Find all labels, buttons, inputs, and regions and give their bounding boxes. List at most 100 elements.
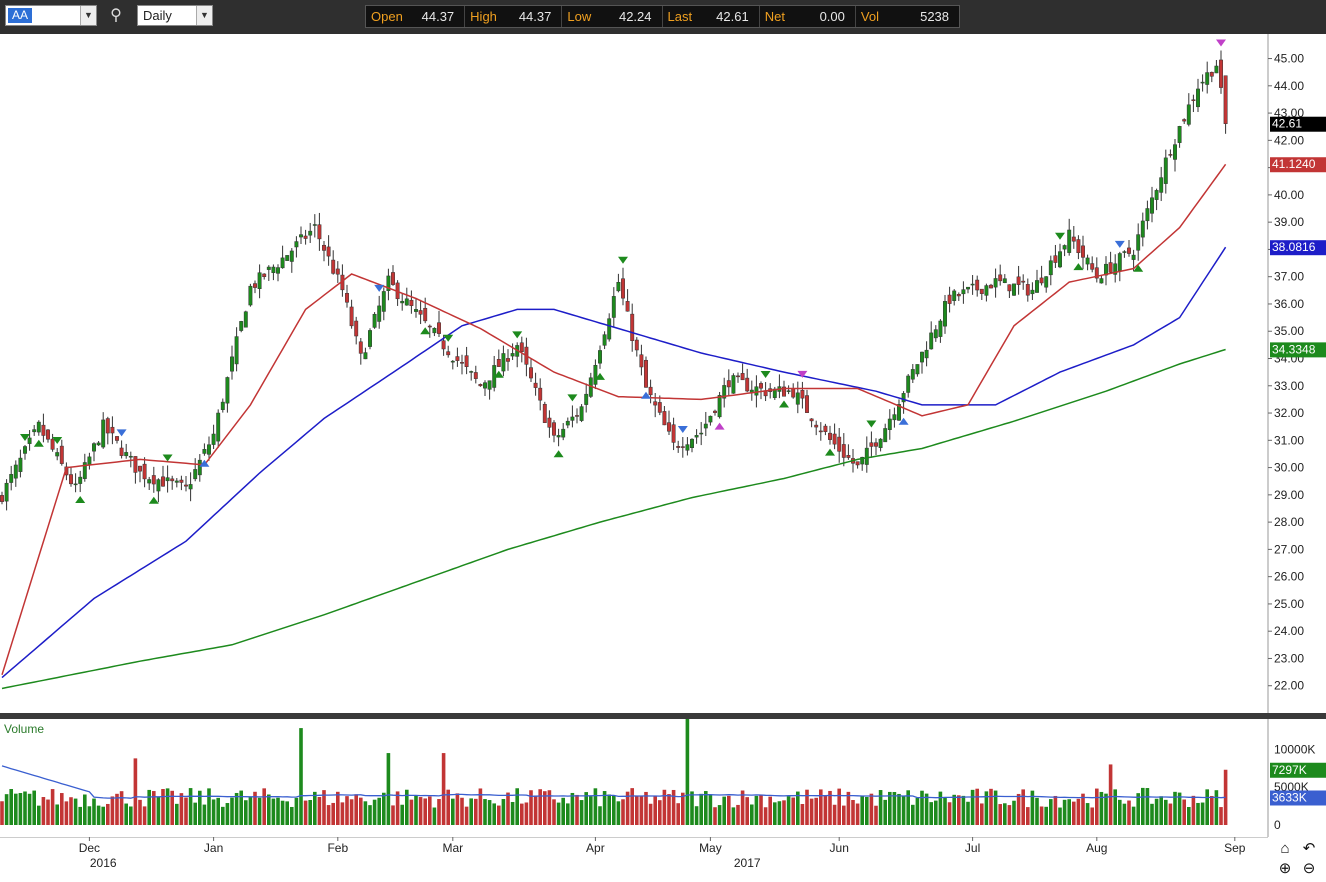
volume-bar [676, 803, 680, 825]
period-select[interactable]: Daily ▼ [137, 5, 213, 26]
candle-body [933, 329, 938, 339]
volume-bar [225, 803, 230, 825]
symbol-value: AA [8, 8, 33, 23]
period-value: Daily [143, 8, 172, 23]
price-chart[interactable]: 22.00 23.00 24.00 25.00 26.00 27.00 28.00 29.00… [0, 34, 1326, 713]
volume-bar [782, 800, 786, 825]
candle-body [892, 414, 897, 421]
volume-bar [188, 788, 193, 825]
volume-bar [667, 794, 671, 825]
candle-body [998, 274, 1003, 282]
ma20-line [1, 163, 1227, 676]
pivot-high-marker [618, 256, 628, 264]
volume-bar [414, 795, 418, 825]
volume-bar [791, 797, 795, 825]
quote-bar: Open 44.37 High 44.37 Low 42.24 Last 42.61 N… [365, 5, 960, 28]
volume-bar [579, 800, 584, 825]
volume-bar [336, 791, 340, 825]
volume-bar [561, 797, 565, 825]
candle-body [1182, 119, 1187, 122]
candle-body [989, 284, 993, 289]
volume-bar [947, 802, 952, 825]
volume-chart-svg[interactable]: 05000K10000K7297K3633K [0, 719, 1326, 837]
candle-body [690, 438, 694, 449]
volume-bar [1067, 799, 1071, 825]
volume-bar [533, 795, 538, 825]
search-icon[interactable]: ⚲ [106, 6, 126, 26]
volume-bar [382, 792, 386, 825]
candle-body [243, 311, 248, 328]
candle-body [1219, 59, 1223, 88]
candle-body [1108, 262, 1113, 273]
chevron-down-icon[interactable]: ▼ [196, 6, 212, 25]
volume-chart[interactable]: 0 5000K 10000K 7297K 3633K Volume [0, 719, 1326, 837]
candle-body [9, 474, 14, 483]
volume-bar [248, 796, 253, 825]
candle-body [625, 301, 630, 312]
volume-bar [1016, 793, 1021, 825]
candle-body [717, 395, 722, 418]
x-month-label: Apr [586, 841, 605, 855]
reset-icon[interactable]: ↶ [1300, 840, 1318, 858]
pivot-high-marker [567, 394, 578, 402]
volume-bar [874, 805, 878, 825]
volume-bar [1219, 807, 1223, 825]
symbol-input[interactable]: AA ▼ [5, 5, 97, 26]
volume-bar [731, 807, 736, 825]
candle-body [680, 446, 685, 448]
candle-body [78, 476, 83, 484]
volume-bar [1127, 800, 1131, 825]
volume-bar [538, 789, 542, 825]
volume-bar [152, 791, 156, 825]
candle-body [1035, 280, 1039, 293]
candle-body [1076, 239, 1081, 254]
volume-bar [211, 799, 216, 825]
volume-bar [851, 800, 855, 825]
volume-bar [575, 794, 579, 825]
volume-bar [653, 796, 657, 825]
candle-body [694, 435, 699, 438]
ma200-tag: 34.3348 [1272, 342, 1316, 356]
volume-bar [96, 805, 101, 825]
candle-body [874, 442, 878, 447]
x-month-label: Jun [830, 841, 849, 855]
candle-body [924, 349, 929, 359]
volume-bar [308, 800, 312, 825]
candle-body [225, 377, 230, 404]
volume-bar [1154, 798, 1159, 825]
candle-body [326, 246, 331, 257]
volume-bar [1062, 799, 1067, 825]
candle-body [1205, 72, 1210, 85]
candle-body [414, 309, 418, 312]
volume-bar [1007, 805, 1012, 825]
candle-body [1127, 247, 1131, 254]
chevron-down-icon[interactable]: ▼ [80, 6, 96, 25]
home-icon[interactable]: ⌂ [1276, 840, 1294, 858]
candle-body [993, 278, 998, 288]
price-chart-svg[interactable]: 22.00 23.00 24.00 25.00 26.00 27.00 28.00 29.00… [0, 34, 1326, 713]
zoom-out-icon[interactable]: ⊖ [1300, 860, 1318, 878]
x-month-label: Mar [442, 841, 463, 855]
candle-body [708, 415, 713, 423]
candle-body [818, 430, 823, 433]
candle-body [92, 443, 96, 452]
candle-body [294, 241, 299, 248]
x-axis-svg: Dec Jan Feb Mar Apr May Jun Jul Aug Sep 2016 2017 [0, 836, 1268, 870]
candle-body [271, 266, 276, 273]
toolbar: AA ▼ ⚲ Daily ▼ Open 44.37 High 44.37 Low 42… [0, 0, 1326, 34]
ma20-tag: 41.1240 [1272, 157, 1316, 171]
zoom-in-icon[interactable]: ⊕ [1276, 860, 1294, 878]
vol-y-tick-label: 10000K [1274, 742, 1315, 756]
volume-bar [878, 790, 883, 825]
candle-body [450, 360, 455, 363]
volume-bar [1191, 795, 1196, 825]
quote-vol: Vol 5238 [860, 9, 950, 24]
candle-body [0, 495, 4, 502]
volume-bar [842, 805, 846, 825]
volume-bar [814, 797, 818, 825]
volume-bar [400, 804, 404, 825]
volume-bar [934, 800, 938, 825]
volume-bar [497, 805, 501, 825]
candle-body [510, 353, 515, 357]
volume-bar [27, 793, 32, 825]
